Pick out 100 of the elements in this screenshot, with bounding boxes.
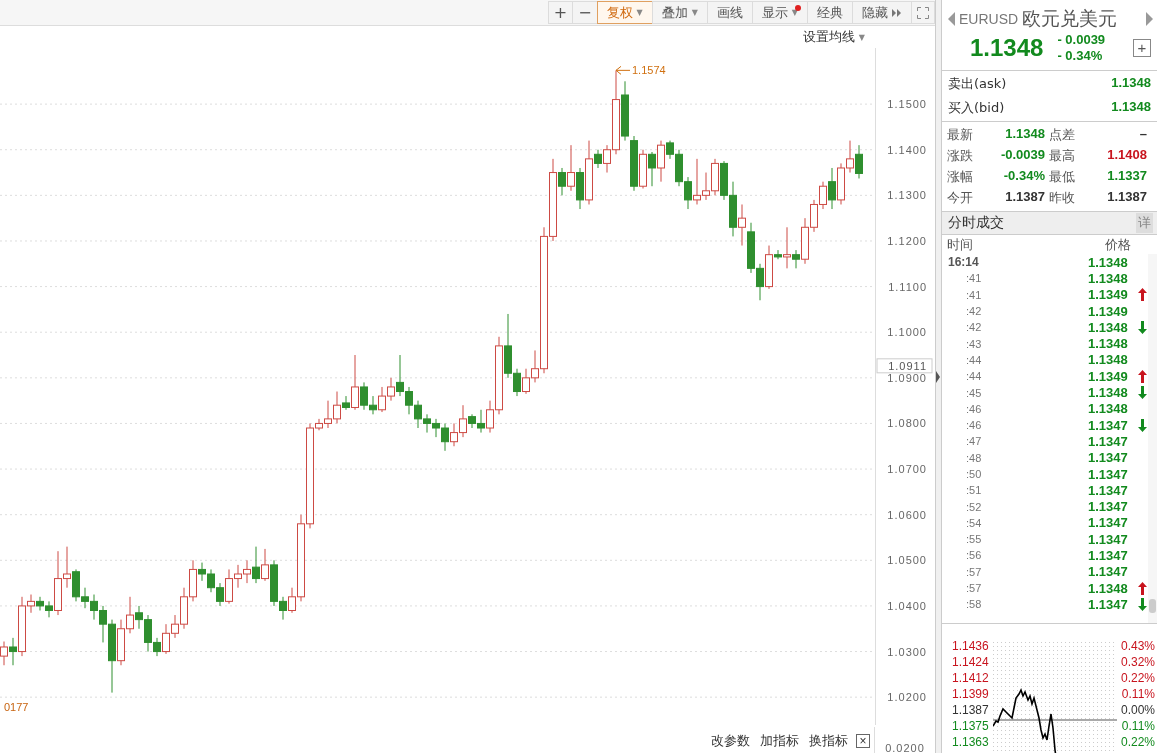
axis-label: 0.0200 (885, 743, 925, 753)
price-scale-label: 1.1436 (951, 638, 990, 654)
stat-value: – (1138, 126, 1148, 143)
indicator-button[interactable]: 换指标 (807, 731, 850, 750)
price-change: - 0.0039 (1057, 32, 1106, 48)
trade-price: 1.1347 (1088, 596, 1129, 612)
percent-scale-label: 0.11% (1120, 718, 1156, 734)
trade-time: :57 (965, 565, 983, 578)
scrollbar[interactable] (1148, 254, 1157, 623)
stat-value: 1.1408 (1106, 147, 1148, 164)
trade-price: 1.1348 (1088, 401, 1129, 417)
axis-label: 1.0700 (887, 463, 927, 476)
double-arrow-icon (892, 8, 902, 17)
stat-label: 涨幅 (947, 168, 974, 186)
stat-value: 1.1387 (1004, 189, 1046, 206)
stat-label: 最新 (947, 126, 974, 144)
trade-price: 1.1349 (1088, 303, 1129, 319)
trade-price: 1.1348 (1088, 319, 1129, 335)
quote-value: 1.1348 (1111, 99, 1151, 116)
price-scale-label: 1.1375 (951, 718, 990, 734)
price-scale-label: 1.1399 (951, 686, 990, 702)
fullscreen-icon (917, 6, 929, 19)
trade-price: 1.1347 (1088, 466, 1129, 482)
trade-time: :44 (965, 370, 983, 383)
stat-label: 最低 (1049, 168, 1076, 186)
stat-value: 1.1348 (1004, 126, 1046, 143)
toolbar-button[interactable]: 复权 ▼ (596, 1, 653, 24)
stat-label: 最高 (1049, 147, 1076, 165)
add-button[interactable]: + (1133, 39, 1151, 57)
axis-label: 1.1200 (887, 234, 927, 247)
peak-label: 1.1574 (632, 64, 666, 77)
axis-label: 1.0500 (887, 554, 927, 567)
toolbar-button[interactable]: − (572, 1, 598, 24)
trade-time: :41 (965, 288, 983, 301)
close-button[interactable]: × (856, 733, 870, 748)
caret-icon: ▼ (791, 8, 798, 17)
stat-value: -0.34% (1002, 168, 1046, 185)
stat-label: 点差 (1049, 126, 1076, 144)
low-label: 0177 (4, 701, 29, 713)
trade-time: :57 (965, 582, 983, 595)
quote-label: 卖出(ask) (948, 75, 1007, 93)
percent-scale-label: 0.00% (1119, 702, 1156, 718)
trade-price: 1.1347 (1088, 564, 1129, 580)
stat-value: 1.1387 (1106, 189, 1148, 206)
trade-time: :43 (965, 337, 983, 350)
trade-time: :56 (965, 549, 983, 562)
toolbar-button[interactable]: + (547, 1, 574, 24)
next-icon[interactable] (1146, 12, 1153, 26)
column-header: 时间 (947, 236, 973, 254)
toolbar-button[interactable]: 叠加 ▼ (651, 1, 708, 24)
indicator-button[interactable]: 改参数 (709, 731, 752, 750)
toolbar-button[interactable] (911, 1, 935, 24)
symbol-code: EURUSD (959, 11, 1019, 27)
trade-price: 1.1349 (1088, 287, 1129, 303)
axis-label: 1.1100 (888, 280, 927, 293)
quote-value: 1.1348 (1111, 75, 1151, 92)
trade-price: 1.1348 (1088, 254, 1129, 270)
column-header: 价格 (1105, 236, 1131, 254)
caret-icon: ▼ (691, 8, 698, 17)
toolbar-button[interactable]: 画线 (706, 1, 753, 24)
trade-time: :45 (965, 386, 983, 399)
axis-label: 1.0900 (887, 371, 927, 384)
caret-icon: ▼ (858, 32, 865, 42)
trade-time: :52 (965, 500, 983, 513)
trade-time: :54 (965, 516, 983, 529)
percent-change: - 0.34% (1057, 48, 1104, 64)
collapse-handle-icon[interactable] (936, 370, 940, 383)
alert-dot (795, 5, 801, 11)
price-marker: 1.0911 (876, 358, 933, 374)
trade-time: :42 (965, 321, 983, 334)
toolbar-button[interactable]: 显示 ▼ (751, 1, 808, 24)
toolbar-button[interactable]: 隐藏 (852, 1, 912, 24)
trade-time: :48 (965, 451, 983, 464)
previous-icon[interactable] (948, 12, 955, 26)
percent-scale-label: 0.32% (1119, 654, 1156, 670)
percent-scale-label: 0.11% (1120, 686, 1156, 702)
stat-label: 涨跌 (947, 147, 974, 165)
trade-price: 1.1347 (1088, 515, 1129, 531)
trade-price: 1.1347 (1088, 433, 1129, 449)
stat-value: 1.1337 (1106, 168, 1148, 185)
trade-price: 1.1347 (1088, 548, 1129, 563)
stat-value: -0.0039 (999, 147, 1046, 164)
trade-price: 1.1348 (1088, 580, 1129, 596)
axis-label: 1.0400 (887, 599, 927, 612)
section-title: 分时成交 (948, 214, 1004, 232)
toolbar-button[interactable]: 经典 (807, 1, 853, 24)
trade-price: 1.1347 (1088, 417, 1129, 433)
trade-time: :55 (965, 533, 983, 546)
indicator-button[interactable]: 加指标 (758, 731, 801, 750)
trade-price: 1.1347 (1088, 499, 1129, 515)
trade-time: :41 (965, 272, 983, 285)
trade-time: :47 (965, 435, 983, 448)
price-scale-label: 1.1424 (951, 654, 990, 670)
ma-setting-button[interactable]: 设置均线 ▼ (802, 28, 865, 46)
trade-time: :46 (965, 419, 983, 432)
arrow-icon (615, 65, 631, 75)
symbol-name: 欧元兑美元 (1022, 6, 1118, 31)
trade-time: :42 (965, 305, 983, 318)
price-scale-label: 1.1412 (951, 670, 990, 686)
axis-label: 1.0800 (887, 417, 927, 430)
